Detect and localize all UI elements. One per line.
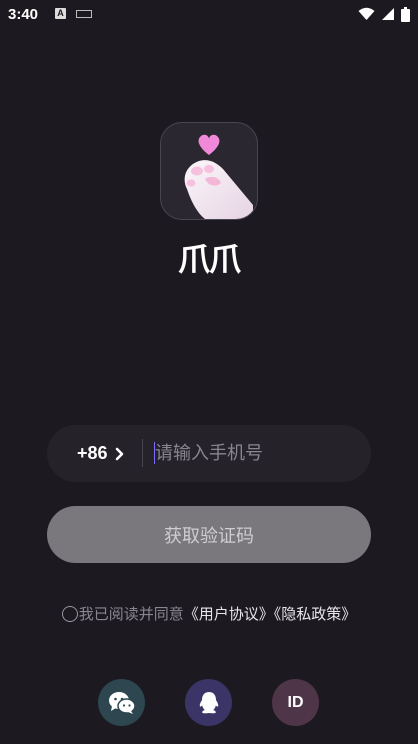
wifi-icon <box>358 7 375 20</box>
get-verification-code-button[interactable]: 获取验证码 <box>47 506 371 563</box>
privacy-policy-link[interactable]: 《隐私政策》 <box>274 605 357 623</box>
agreement-row: 我已阅读并同意《用户协议》《隐私政策》 <box>0 603 418 624</box>
keyboard-notification-icon <box>76 10 92 18</box>
status-indicators <box>358 6 410 22</box>
phone-input-container: +86 <box>47 425 371 482</box>
cellular-signal-icon <box>382 8 394 20</box>
country-code-selector[interactable]: +86 <box>77 443 108 464</box>
notification-app-icon: A <box>55 8 66 19</box>
cat-paw-heart-icon <box>184 134 253 219</box>
status-time: 3:40 <box>8 6 39 23</box>
phone-number-input[interactable] <box>155 439 355 467</box>
id-login-button[interactable]: ID <box>272 679 319 726</box>
qq-icon <box>199 691 218 713</box>
agreement-checkbox[interactable] <box>61 606 78 622</box>
wechat-login-button[interactable] <box>98 679 145 726</box>
app-logo <box>160 122 258 220</box>
app-title: 爪爪 <box>177 240 241 278</box>
user-agreement-link[interactable]: 《用户协议》 <box>184 605 274 623</box>
status-bar: 3:40 A <box>0 0 418 30</box>
field-divider <box>142 439 143 467</box>
battery-icon <box>401 6 410 22</box>
wechat-icon <box>108 691 136 714</box>
chevron-right-icon[interactable] <box>115 447 125 461</box>
agreement-prefix: 我已阅读并同意 <box>78 605 184 623</box>
qq-login-button[interactable] <box>185 679 232 726</box>
